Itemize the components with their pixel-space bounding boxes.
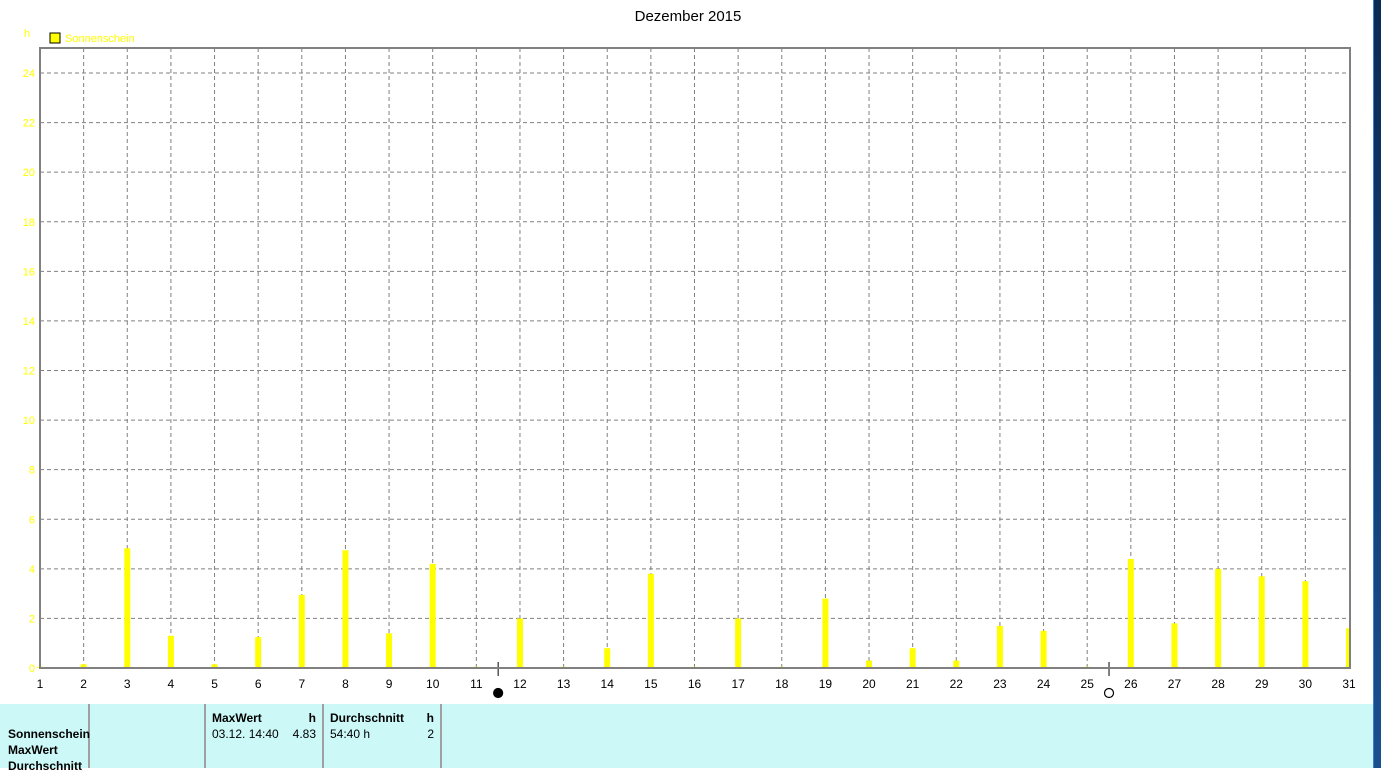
bar-day-10 (429, 563, 436, 668)
bar-day-30 (1302, 581, 1309, 668)
y-tick-label: 24 (23, 68, 35, 80)
x-tick-label: 7 (298, 677, 305, 691)
y-tick-label: 20 (23, 167, 35, 179)
desktop-edge (1373, 0, 1381, 768)
x-tick-label: 19 (819, 677, 833, 691)
row-label-avg: Durchschnitt (8, 759, 83, 773)
y-tick-label: 14 (23, 316, 35, 328)
x-tick-label: 24 (1037, 677, 1051, 691)
avg-unit: h (426, 711, 434, 725)
bar-day-8 (342, 550, 349, 668)
x-tick-label: 20 (862, 677, 876, 691)
y-tick-label: 8 (29, 465, 35, 477)
x-tick-label: 5 (211, 677, 218, 691)
bar-day-3 (124, 548, 131, 668)
x-tick-label: 11 (470, 677, 483, 691)
sunshine-chart: Dezember 2015 h Sonnenschein 1 2 3 4 5 6 7 8 9 10… (23, 8, 1356, 699)
y-tick-label: 4 (29, 564, 35, 576)
stats-table: Sonnenschein MaxWert Durchschnitt MaxWer… (0, 704, 1373, 773)
max-header: MaxWert (212, 711, 262, 725)
max-date: 03.12. 14:40 (212, 727, 279, 741)
x-tick-label: 26 (1124, 677, 1138, 691)
bar-day-22 (953, 660, 960, 668)
max-unit: h (308, 711, 316, 725)
legend-swatch (49, 32, 61, 44)
y-axis-unit: h (24, 28, 30, 40)
empty-column (89, 704, 206, 768)
bar-day-23 (996, 625, 1003, 668)
x-tick-label: 9 (386, 677, 393, 691)
bar-day-12 (516, 618, 523, 668)
x-tick-label: 1 (37, 677, 44, 691)
legend-label: Sonnenschein (65, 33, 135, 45)
y-tick-label: 22 (23, 118, 35, 130)
bar-day-14 (604, 648, 611, 668)
x-tick-label: 3 (124, 677, 131, 691)
bar-day-7 (298, 594, 305, 668)
y-tick-label: 18 (23, 217, 35, 229)
x-tick-label: 8 (342, 677, 349, 691)
x-tick-label: 2 (80, 677, 87, 691)
bar-day-15 (647, 573, 654, 668)
bar-day-31 (1346, 628, 1349, 668)
avg-value: 2 (427, 727, 434, 741)
bar-day-21 (909, 648, 916, 668)
x-tick-label: 13 (557, 677, 571, 691)
max-column: MaxWert h 03.12. 14:40 4.83 (206, 704, 324, 768)
x-tick-label: 14 (601, 677, 615, 691)
avg-header: Durchschnitt (330, 711, 405, 725)
x-tick-label: 15 (644, 677, 658, 691)
y-tick-label: 0 (29, 663, 35, 675)
x-tick-label: 29 (1255, 677, 1269, 691)
full-moon-icon (1103, 687, 1115, 699)
x-tick-label: 6 (255, 677, 262, 691)
bar-day-20 (866, 660, 873, 668)
x-tick-label: 22 (950, 677, 964, 691)
bar-day-4 (167, 635, 174, 668)
row-label-max: MaxWert (8, 743, 58, 757)
bar-day-9 (386, 633, 393, 668)
x-tick-label: 18 (775, 677, 789, 691)
bar-day-6 (255, 637, 262, 668)
y-tick-label: 16 (23, 266, 35, 278)
x-tick-label: 16 (688, 677, 702, 691)
x-tick-label: 23 (993, 677, 1007, 691)
bar-day-28 (1215, 568, 1222, 668)
x-tick-label: 4 (168, 677, 175, 691)
y-tick-label: 10 (23, 415, 35, 427)
row-label-sunshine: Sonnenschein (8, 727, 91, 741)
x-tick-label: 28 (1211, 677, 1225, 691)
x-tick-label: 30 (1299, 677, 1313, 691)
avg-total: 54:40 h (330, 727, 371, 741)
avg-column: Durchschnitt h 54:40 h 2 (324, 704, 442, 768)
x-tick-label: 31 (1342, 677, 1356, 691)
bar-day-17 (735, 618, 742, 668)
bar-day-19 (822, 598, 829, 668)
bar-day-29 (1258, 576, 1265, 668)
bar-day-27 (1171, 623, 1178, 668)
y-tick-label: 2 (29, 613, 35, 625)
x-tick-label: 25 (1081, 677, 1095, 691)
x-tick-label: 17 (731, 677, 745, 691)
y-tick-label: 6 (29, 514, 35, 526)
max-value: 4.83 (292, 727, 316, 741)
x-tick-label: 21 (906, 677, 920, 691)
x-tick-label: 10 (426, 677, 440, 691)
row-labels-column: Sonnenschein MaxWert Durchschnitt (0, 704, 91, 773)
bar-day-24 (1040, 630, 1047, 668)
chart-title: Dezember 2015 (635, 8, 742, 25)
new-moon-icon (493, 687, 504, 699)
bar-day-26 (1127, 558, 1134, 668)
x-tick-label: 27 (1168, 677, 1182, 691)
x-tick-label: 12 (513, 677, 527, 691)
y-tick-label: 12 (23, 366, 35, 378)
